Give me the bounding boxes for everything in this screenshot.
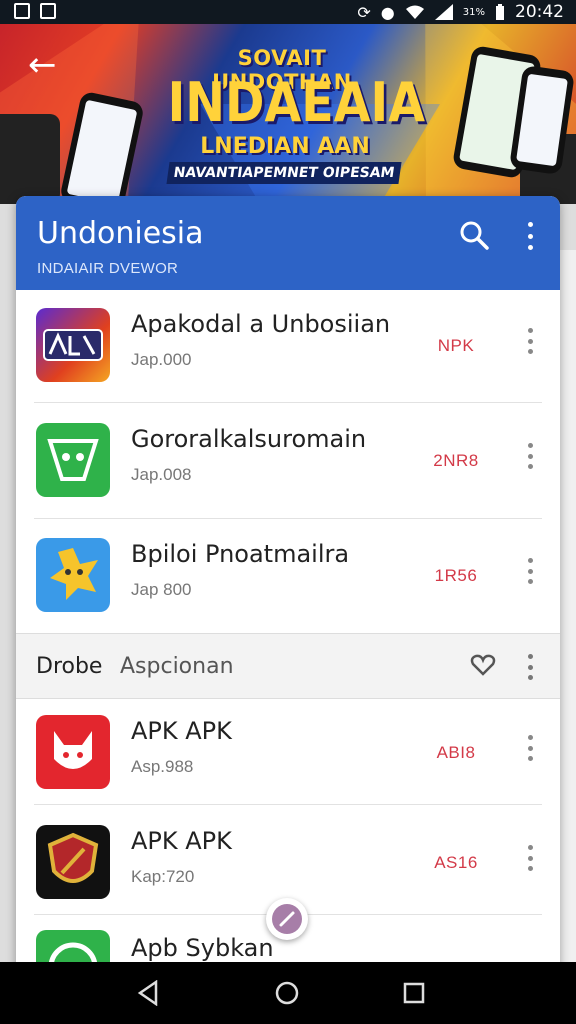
heart-icon[interactable] bbox=[470, 652, 496, 678]
app-meta: Jap.000 bbox=[131, 350, 192, 369]
app-bar: Undoniesia INDAIAIR DVEWOR bbox=[16, 196, 560, 290]
more-vert-icon[interactable] bbox=[525, 443, 535, 469]
list-item[interactable]: Bpiloi Pnoatmailra Jap 800 1R56 bbox=[16, 518, 560, 633]
app-icon bbox=[36, 423, 110, 497]
app-name: APK APK bbox=[131, 827, 232, 855]
app-name: Apakodal a Unbosiian bbox=[131, 310, 391, 338]
nav-back-icon[interactable] bbox=[136, 980, 160, 1006]
clock: 20:42 bbox=[515, 2, 564, 22]
app-name: Bpiloi Pnoatmailra bbox=[131, 540, 350, 568]
app-meta: Kap:720 bbox=[131, 867, 195, 886]
notification-icon bbox=[14, 3, 30, 19]
more-vert-icon[interactable] bbox=[525, 735, 535, 761]
floating-action-button[interactable] bbox=[266, 898, 308, 940]
app-name: APK APK bbox=[131, 717, 232, 745]
app-list-card: Undoniesia INDAIAIR DVEWOR Apakodal a Un… bbox=[16, 196, 560, 976]
nav-recents-icon[interactable] bbox=[403, 982, 425, 1004]
more-vert-icon[interactable] bbox=[525, 328, 535, 354]
app-icon bbox=[36, 715, 110, 789]
more-vert-icon[interactable] bbox=[525, 654, 535, 680]
app-badge: 2NR8 bbox=[433, 451, 479, 470]
page-subtitle: INDAIAIR DVEWOR bbox=[37, 260, 179, 277]
app-meta: Jap.008 bbox=[131, 465, 192, 484]
app-badge: ABI8 bbox=[436, 743, 476, 762]
status-bar: ⟳ ● 31% 20:42 bbox=[0, 0, 576, 24]
app-badge: AS16 bbox=[434, 853, 478, 872]
search-icon[interactable] bbox=[459, 220, 489, 250]
banner-subheadline: LNEDIAN AAN bbox=[200, 134, 370, 159]
section-header: Drobe Aspcionan bbox=[16, 633, 560, 699]
section-tab[interactable]: Drobe bbox=[36, 654, 102, 679]
list-item[interactable]: Apakodal a Unbosiian Jap.000 NPK bbox=[16, 288, 560, 403]
app-name: Apb Sybkan bbox=[131, 934, 274, 962]
wifi-icon bbox=[405, 5, 424, 19]
more-vert-icon[interactable] bbox=[525, 845, 535, 871]
list-item[interactable]: APK APK Asp.988 ABI8 bbox=[16, 695, 560, 810]
battery-percent: 31% bbox=[462, 6, 485, 18]
sync-icon: ⟳ bbox=[357, 2, 371, 22]
banner-tagline: NAVANTIAPEMNET OIPESAM bbox=[166, 162, 402, 184]
app-meta: Asp.988 bbox=[131, 757, 194, 776]
app-name: Gororalkalsuromain bbox=[131, 425, 367, 453]
app-meta: Jap 800 bbox=[131, 580, 192, 599]
gallery-notification-icon bbox=[40, 3, 56, 19]
promo-banner: ← SOVAIT UNDOTHAN INDAEAIA LNEDIAN AAN N… bbox=[0, 24, 576, 204]
app-badge: 1R56 bbox=[434, 566, 478, 585]
banner-headline: INDAEAIA bbox=[167, 71, 425, 134]
camera-illustration bbox=[0, 114, 60, 204]
page-title: Undoniesia bbox=[37, 216, 204, 251]
app-icon bbox=[36, 308, 110, 382]
signal-icon bbox=[434, 4, 453, 20]
background-list-peek bbox=[560, 250, 576, 970]
app-icon bbox=[36, 538, 110, 612]
alarm-icon: ● bbox=[380, 2, 395, 22]
section-tab[interactable]: Aspcionan bbox=[120, 654, 234, 679]
nav-home-icon[interactable] bbox=[275, 981, 299, 1005]
list-item[interactable]: Gororalkalsuromain Jap.008 2NR8 bbox=[16, 403, 560, 518]
more-vert-icon[interactable] bbox=[524, 222, 536, 250]
app-icon bbox=[36, 825, 110, 899]
system-nav-bar bbox=[0, 962, 576, 1024]
app-badge: NPK bbox=[437, 336, 475, 355]
more-vert-icon[interactable] bbox=[525, 558, 535, 584]
back-arrow-icon[interactable]: ← bbox=[28, 48, 57, 82]
battery-icon bbox=[496, 4, 504, 20]
